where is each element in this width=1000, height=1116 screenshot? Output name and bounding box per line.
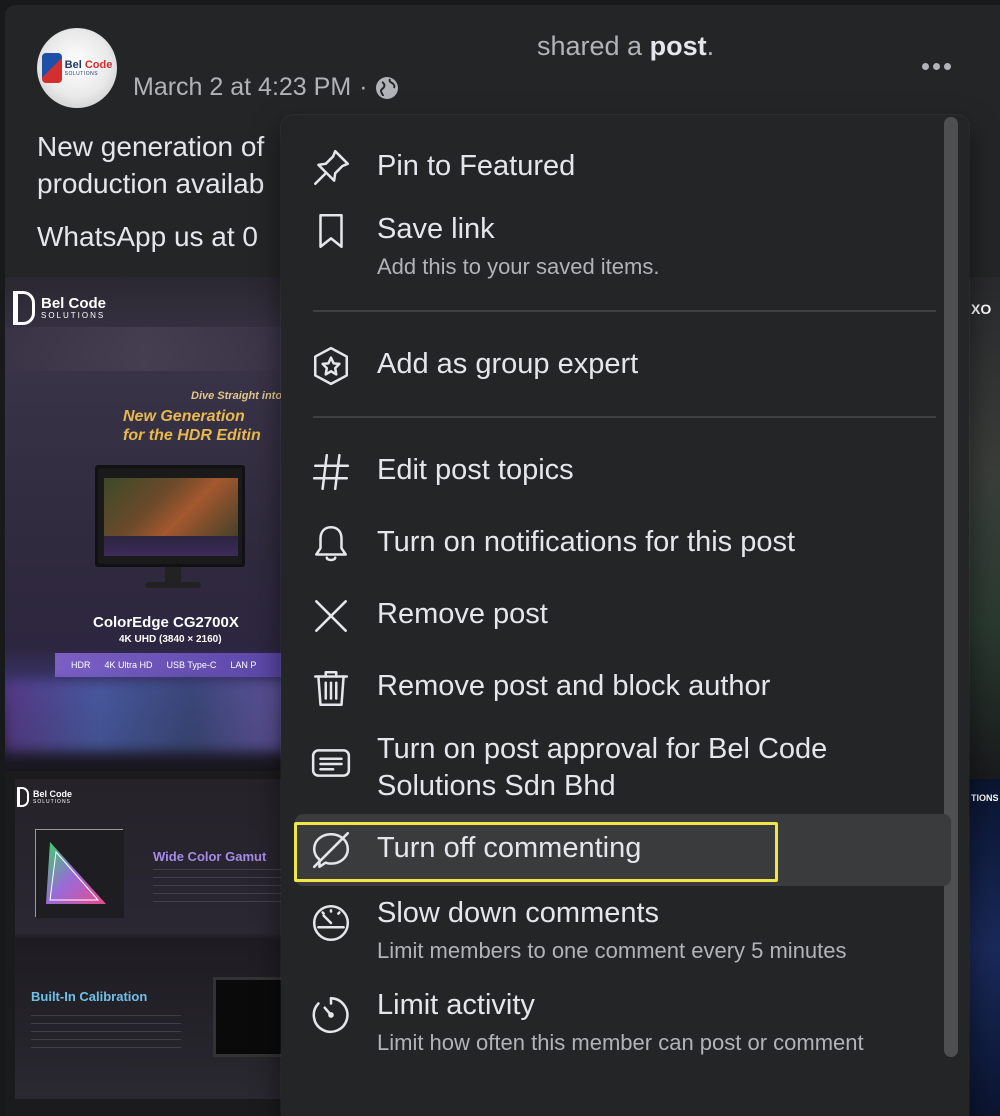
post-image-second[interactable]: Bel Code SOLUTIONS Wide Color Gamut Buil… bbox=[15, 779, 285, 1099]
menu-divider bbox=[313, 310, 936, 312]
post-image-fourth[interactable]: TIONS bbox=[967, 779, 1000, 1116]
brand-logo-icon bbox=[13, 291, 35, 325]
post-meta: March 2 at 4:23 PM · bbox=[133, 73, 399, 102]
menu-item-label: Add as group expert bbox=[377, 348, 639, 380]
image-brand: Bel Code SOLUTIONS bbox=[13, 291, 106, 325]
menu-item-description: Limit members to one comment every 5 min… bbox=[377, 938, 847, 963]
bell-icon bbox=[307, 520, 355, 568]
menu-item-add-group-expert[interactable]: Add as group expert bbox=[295, 346, 951, 390]
post-body: New generation of production availab What… bbox=[37, 128, 307, 271]
menu-item-turn-on-post-approval[interactable]: Turn on post approval for Bel Code Solut… bbox=[295, 731, 951, 805]
menu-item-save-link[interactable]: Save link Add this to your saved items. bbox=[295, 211, 951, 282]
menu-item-remove-and-block[interactable]: Remove post and block author bbox=[295, 668, 951, 712]
post-image-main[interactable]: Bel Code SOLUTIONS Dive Straight into Yo… bbox=[5, 277, 285, 771]
star-badge-icon bbox=[307, 342, 355, 390]
group-avatar[interactable]: Bel Code SOLUTIONS bbox=[37, 28, 117, 108]
image-headline: New Generation for the HDR Editin bbox=[123, 408, 261, 444]
menu-item-remove-post[interactable]: Remove post bbox=[295, 596, 951, 640]
menu-item-limit-activity[interactable]: Limit activity Limit how often this memb… bbox=[295, 987, 951, 1058]
post-body-line: WhatsApp us at 0 bbox=[37, 221, 259, 252]
avatar-logo-text: Bel Code SOLUTIONS bbox=[64, 58, 113, 77]
post-body-line: New generation of bbox=[37, 131, 265, 162]
menu-item-description: Add this to your saved items. bbox=[377, 254, 660, 279]
menu-item-label: Turn off commenting bbox=[377, 832, 642, 864]
monitor-image bbox=[95, 465, 245, 567]
bookmark-icon bbox=[307, 207, 355, 255]
brand-logo-icon bbox=[17, 787, 29, 807]
menu-item-edit-post-topics[interactable]: Edit post topics bbox=[295, 452, 951, 496]
timer-icon bbox=[307, 991, 355, 1039]
menu-item-description: Limit how often this member can post or … bbox=[377, 1030, 864, 1055]
shared-post-link[interactable]: post bbox=[650, 31, 707, 61]
post-body-line: production availab bbox=[37, 168, 265, 199]
more-options-button[interactable] bbox=[913, 49, 959, 83]
trash-icon bbox=[307, 664, 355, 712]
menu-item-turn-on-notifications[interactable]: Turn on notifications for this post bbox=[295, 524, 951, 568]
menu-item-label: Remove post bbox=[377, 598, 548, 630]
spec-item: 4K Ultra HD bbox=[104, 660, 153, 670]
menu-item-slow-down-comments[interactable]: Slow down comments Limit members to one … bbox=[295, 895, 951, 966]
feature-title: Built-In Calibration bbox=[31, 989, 148, 1004]
feature-title: Wide Color Gamut bbox=[153, 849, 267, 864]
speedometer-icon bbox=[307, 899, 355, 947]
spec-item: LAN P bbox=[230, 660, 257, 670]
post-image-third[interactable]: XO bbox=[967, 277, 1000, 771]
globe-icon[interactable] bbox=[375, 76, 399, 100]
monitor-image bbox=[213, 977, 285, 1057]
blurred-banner bbox=[5, 327, 285, 371]
image-tagline: Dive Straight into You bbox=[191, 390, 285, 402]
image-brand: Bel Code SOLUTIONS bbox=[17, 787, 72, 807]
comment-off-icon bbox=[307, 826, 355, 874]
meta-separator: · bbox=[359, 73, 368, 101]
menu-item-label: Limit activity bbox=[377, 989, 535, 1021]
post-approval-icon bbox=[307, 739, 355, 787]
menu-item-label: Save link bbox=[377, 213, 495, 245]
spec-bar: HDR 4K Ultra HD USB Type-C LAN P bbox=[55, 653, 285, 677]
monitor-resolution: 4K UHD (3840 × 2160) bbox=[119, 634, 222, 645]
monitor-model: ColorEdge CG2700X bbox=[93, 614, 239, 631]
spec-item: USB Type-C bbox=[166, 660, 217, 670]
menu-item-pin-to-featured[interactable]: Pin to Featured bbox=[295, 148, 951, 192]
menu-item-label: Turn on post approval for Bel Code Solut… bbox=[377, 733, 828, 802]
menu-divider bbox=[313, 416, 936, 418]
menu-item-label: Turn on notifications for this post bbox=[377, 526, 796, 558]
hashtag-icon bbox=[307, 448, 355, 496]
avatar-logo-mark bbox=[41, 53, 62, 83]
menu-caret bbox=[925, 100, 953, 116]
close-icon bbox=[307, 592, 355, 640]
menu-item-label: Edit post topics bbox=[377, 454, 574, 486]
menu-item-label: Pin to Featured bbox=[377, 150, 576, 182]
shared-line: shared a post. bbox=[537, 31, 715, 61]
post-timestamp[interactable]: March 2 at 4:23 PM bbox=[133, 73, 351, 102]
more-horizontal-icon bbox=[921, 62, 929, 70]
spec-item: HDR bbox=[71, 660, 91, 670]
color-gamut-chart bbox=[35, 829, 124, 918]
menu-item-label: Remove post and block author bbox=[377, 670, 771, 702]
image-glow bbox=[5, 681, 285, 751]
pin-icon bbox=[307, 144, 355, 192]
menu-item-label: Slow down comments bbox=[377, 897, 660, 929]
menu-item-turn-off-commenting[interactable]: Turn off commenting bbox=[295, 814, 951, 886]
